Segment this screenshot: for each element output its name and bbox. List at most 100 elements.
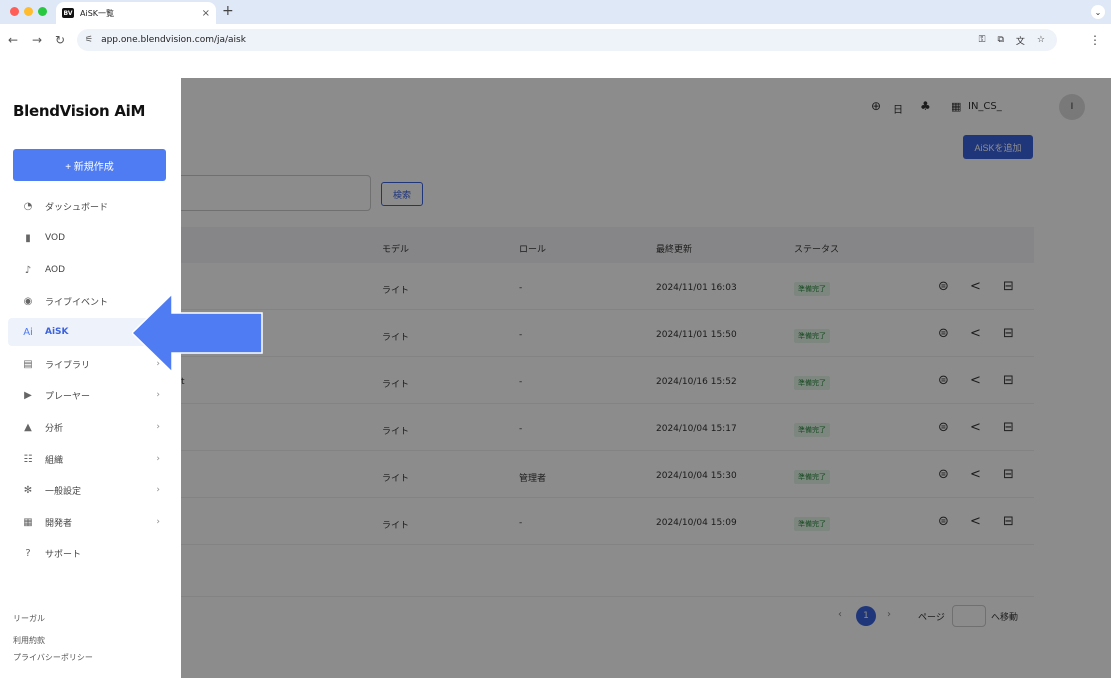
sidebar-item-11[interactable]: ? サポート [8, 539, 174, 567]
translate-icon[interactable]: 文 [1016, 34, 1025, 47]
close-tab-icon[interactable]: × [202, 8, 210, 19]
org-building-icon: ▦ [951, 100, 962, 113]
trash-icon[interactable]: ⊟ [1003, 326, 1014, 341]
minimize-window-dot[interactable] [24, 7, 33, 16]
share-icon[interactable]: < [970, 420, 981, 435]
bookmark-star-icon[interactable]: ☆ [1037, 35, 1045, 45]
row-role: - [519, 330, 523, 340]
tab-search-icon[interactable]: ⌄ [1091, 5, 1105, 19]
table-row[interactable] [150, 357, 1034, 404]
page-top-spacer [0, 56, 1111, 78]
trash-icon[interactable]: ⊟ [1003, 420, 1014, 435]
browser-menu-icon[interactable]: ⋮ [1089, 33, 1101, 47]
search-input[interactable] [150, 175, 371, 211]
row-role: - [519, 518, 523, 528]
table-row[interactable] [150, 498, 1034, 545]
chevron-right-icon: › [156, 390, 160, 400]
chat-icon[interactable]: ⊜ [938, 420, 949, 435]
row-model: ライト [382, 521, 410, 531]
row-updated: 2024/10/16 15:52 [656, 377, 737, 387]
prev-page-icon[interactable]: ‹ [838, 609, 842, 620]
share-icon[interactable]: < [970, 279, 981, 294]
sidebar-item-label: プレーヤー [45, 391, 91, 402]
row-model: ライト [382, 333, 410, 343]
maximize-window-dot[interactable] [38, 7, 47, 16]
sidebar-item-icon: Ai [23, 326, 33, 338]
sidebar-item-0[interactable]: ◔ ダッシュボード [8, 192, 174, 220]
trash-icon[interactable]: ⊟ [1003, 514, 1014, 529]
row-updated: 2024/11/01 16:03 [656, 283, 737, 293]
page-label: ページ [918, 613, 945, 623]
sidebar-item-label: 開発者 [45, 518, 73, 529]
sidebar-item-icon: ✻ [23, 484, 33, 496]
globe-icon[interactable]: ⊕ [871, 99, 881, 113]
bell-icon[interactable]: ♣ [920, 99, 931, 113]
table-row[interactable] [150, 404, 1034, 451]
site-info-icon[interactable]: ⚟ [85, 35, 93, 45]
legal-link[interactable]: リーガル [13, 613, 45, 624]
tab-title: AiSK一覧 [80, 8, 115, 18]
next-page-icon[interactable]: › [887, 609, 891, 620]
sidebar-item-9[interactable]: ✻ 一般設定 › [8, 476, 174, 504]
browser-tab[interactable]: BV AiSK一覧 × [56, 2, 216, 24]
chat-icon[interactable]: ⊜ [938, 326, 949, 341]
sidebar-item-label: 一般設定 [45, 486, 82, 497]
brand-logo: BlendVision AiM [13, 102, 146, 120]
status-badge: 準備完了 [794, 376, 830, 390]
language-switch[interactable]: 日 [893, 101, 903, 116]
sidebar-item-label: サポート [45, 549, 82, 560]
privacy-link[interactable]: プライバシーポリシー [13, 652, 93, 663]
close-window-dot[interactable] [10, 7, 19, 16]
key-icon[interactable]: ⚿ [979, 35, 986, 45]
sidebar-item-1[interactable]: ▮ VOD [8, 224, 174, 252]
table-row[interactable] [150, 451, 1034, 498]
back-icon[interactable]: ← [8, 33, 18, 47]
url-text: app.one.blendvision.com/ja/aisk [101, 35, 246, 45]
search-button[interactable]: 検索 [381, 182, 423, 206]
trash-icon[interactable]: ⊟ [1003, 467, 1014, 482]
sidebar-item-10[interactable]: ▦ 開発者 › [8, 508, 174, 536]
favicon-icon: BV [62, 8, 74, 18]
forward-icon[interactable]: → [32, 33, 42, 47]
share-icon[interactable]: < [970, 326, 981, 341]
reload-icon[interactable]: ↻ [55, 33, 65, 47]
row-role: - [519, 424, 523, 434]
trash-icon[interactable]: ⊟ [1003, 373, 1014, 388]
chevron-right-icon: › [156, 454, 160, 464]
row-model: ライト [382, 380, 410, 390]
table-row[interactable] [150, 263, 1034, 310]
install-icon[interactable]: ⧉ [997, 35, 1003, 45]
row-updated: 2024/11/01 15:50 [656, 330, 737, 340]
page-number-input[interactable] [952, 605, 986, 627]
sidebar-item-8[interactable]: ☷ 組織 › [8, 445, 174, 473]
add-aisk-button[interactable]: AiSKを追加 [963, 135, 1033, 159]
create-new-button[interactable]: + 新規作成 [13, 149, 166, 181]
table-row[interactable] [150, 310, 1034, 357]
column-header-status: ステータス [794, 245, 840, 255]
go-to-page-button[interactable]: へ移動 [991, 610, 1018, 623]
terms-link[interactable]: 利用約款 [13, 635, 45, 646]
chat-icon[interactable]: ⊜ [938, 373, 949, 388]
share-icon[interactable]: < [970, 514, 981, 529]
avatar[interactable]: I [1059, 94, 1085, 120]
new-tab-icon[interactable]: + [222, 3, 234, 19]
share-icon[interactable]: < [970, 467, 981, 482]
sidebar-item-2[interactable]: ♪ AOD [8, 256, 174, 284]
chat-icon[interactable]: ⊜ [938, 467, 949, 482]
address-bar[interactable]: ⚟ app.one.blendvision.com/ja/aisk ⚿ ⧉ 文 … [77, 29, 1057, 51]
current-page[interactable]: 1 [856, 606, 876, 626]
sidebar-item-7[interactable]: ▲ 分析 › [8, 413, 174, 441]
column-header-updated: 最終更新 [656, 245, 693, 255]
sidebar-item-6[interactable]: ▶ プレーヤー › [8, 381, 174, 409]
row-updated: 2024/10/04 15:30 [656, 471, 737, 481]
sidebar-item-icon: ▦ [23, 516, 33, 528]
org-name[interactable]: IN_CS_ [968, 101, 1002, 112]
chevron-right-icon: › [156, 485, 160, 495]
share-icon[interactable]: < [970, 373, 981, 388]
chat-icon[interactable]: ⊜ [938, 514, 949, 529]
chat-icon[interactable]: ⊜ [938, 279, 949, 294]
trash-icon[interactable]: ⊟ [1003, 279, 1014, 294]
sidebar-item-icon: ▲ [24, 421, 32, 433]
status-badge: 準備完了 [794, 423, 830, 437]
sidebar-item-label: ダッシュボード [45, 202, 109, 213]
